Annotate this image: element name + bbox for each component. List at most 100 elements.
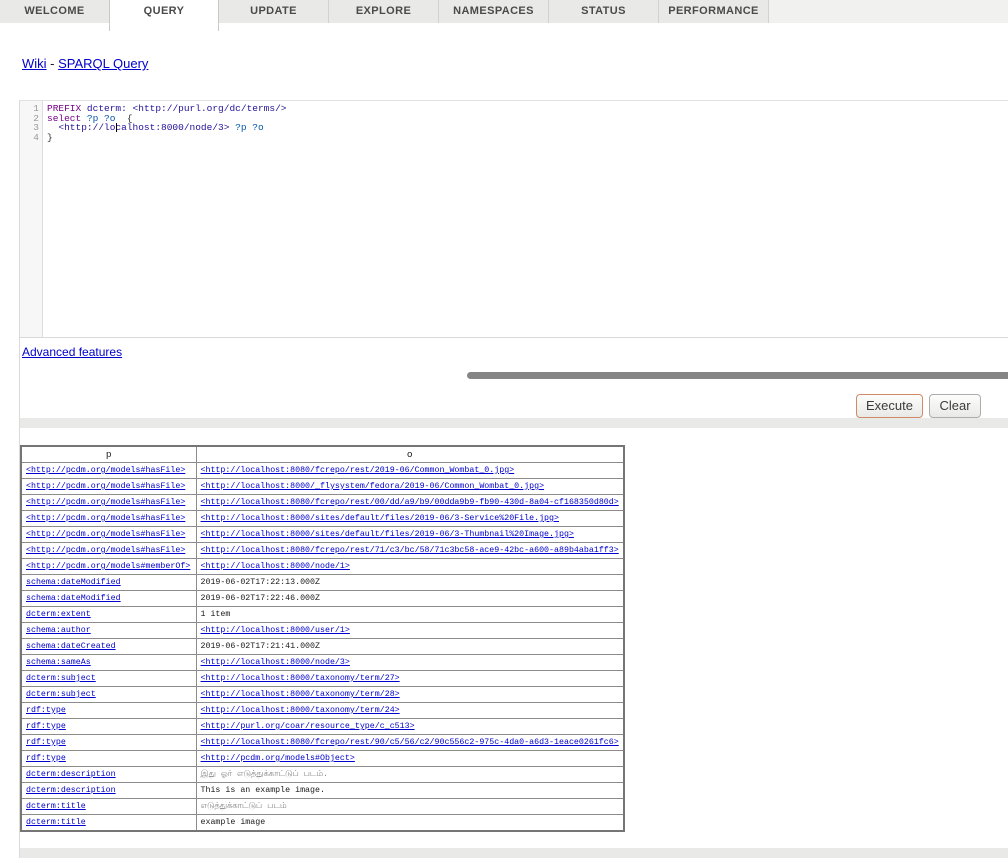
table-cell: dcterm:title [21,799,196,815]
clear-button[interactable]: Clear [929,394,981,418]
query-code-area[interactable]: PREFIX dcterm: <http://purl.org/dc/terms… [43,101,1008,337]
tab-performance[interactable]: PERFORMANCE [659,0,769,23]
table-cell: <http://localhost:8080/fcrepo/rest/2019-… [196,463,624,479]
table-cell: <http://pcdm.org/models#memberOf> [21,559,196,575]
table-row: <http://pcdm.org/models#hasFile> <http://… [21,495,624,511]
table-cell: <http://pcdm.org/models#hasFile> [21,495,196,511]
code-line: <http://localhost:8000/node/3> ?p ?o [47,123,1008,133]
sparql-query-link[interactable]: SPARQL Query [58,56,148,71]
result-uri-link[interactable]: <http://localhost:8000/user/1> [201,626,350,635]
result-uri-link[interactable]: dcterm:description [26,786,116,795]
sparql-query-editor[interactable]: 1234 PREFIX dcterm: <http://purl.org/dc/… [20,100,1008,338]
wiki-link[interactable]: Wiki [22,56,47,71]
table-cell: <http://localhost:8000/user/1> [196,623,624,639]
table-cell: <http://pcdm.org/models#hasFile> [21,511,196,527]
code-line: } [47,133,1008,143]
result-uri-link[interactable]: <http://localhost:8080/fcrepo/rest/2019-… [201,466,515,475]
table-row: dcterm:descriptionThis is an example ima… [21,783,624,799]
line-number: 4 [20,133,39,143]
table-row: <http://pcdm.org/models#hasFile> <http://… [21,479,624,495]
result-uri-link[interactable]: schema:sameAs [26,658,91,667]
result-uri-link[interactable]: <http://localhost:8000/node/1> [201,562,350,571]
result-uri-link[interactable]: dcterm:extent [26,610,91,619]
table-row: <http://pcdm.org/models#hasFile> <http://… [21,543,624,559]
table-cell: dcterm:subject [21,671,196,687]
result-uri-link[interactable]: <http://pcdm.org/models#hasFile> [26,482,185,491]
result-uri-link[interactable]: schema:author [26,626,91,635]
result-uri-link[interactable]: <http://localhost:8080/fcrepo/rest/00/dd… [201,498,619,507]
tab-query[interactable]: QUERY [109,0,219,31]
result-uri-link[interactable]: rdf:type [26,722,66,731]
result-uri-link[interactable]: <http://pcdm.org/models#memberOf> [26,562,190,571]
result-uri-link[interactable]: <http://localhost:8000/_flysystem/fedora… [201,482,545,491]
breadcrumb: Wiki - SPARQL Query [22,56,148,71]
table-cell: <http://localhost:8000/taxonomy/term/28> [196,687,624,703]
table-row: schema:dateCreated 2019-06-02T17:21:41.00… [21,639,624,655]
result-uri-link[interactable]: schema:dateModified [26,594,121,603]
table-cell: schema:dateModified [21,575,196,591]
result-uri-link[interactable]: rdf:type [26,706,66,715]
table-row: <http://pcdm.org/models#hasFile> <http://… [21,511,624,527]
table-cell: rdf:type [21,751,196,767]
result-uri-link[interactable]: schema:dateCreated [26,642,116,651]
result-uri-link[interactable]: <http://pcdm.org/models#Object> [201,754,355,763]
table-cell: <http://localhost:8000/taxonomy/term/24> [196,703,624,719]
table-row: schema:author <http://localhost:8000/user… [21,623,624,639]
result-uri-link[interactable]: dcterm:title [26,818,86,827]
advanced-features-link[interactable]: Advanced features [22,345,122,359]
result-uri-link[interactable]: dcterm:subject [26,674,96,683]
result-uri-link[interactable]: dcterm:description [26,770,116,779]
result-literal: 2019-06-02T17:22:13.000Z [201,578,321,587]
result-uri-link[interactable]: <http://localhost:8000/taxonomy/term/24> [201,706,400,715]
tab-bar-filler [769,0,1008,23]
result-uri-link[interactable]: <http://localhost:8000/sites/default/fil… [201,514,559,523]
tab-update[interactable]: UPDATE [219,0,329,23]
table-cell: <http://localhost:8000/taxonomy/term/27> [196,671,624,687]
table-cell: dcterm:title [21,815,196,832]
table-row: dcterm:subject <http://localhost:8000/tax… [21,671,624,687]
result-uri-link[interactable]: rdf:type [26,754,66,763]
results-table: po <http://pcdm.org/models#hasFile><http… [20,445,625,832]
execute-button[interactable]: Execute [856,394,923,418]
table-row: schema:dateModified 2019-06-02T17:22:46.0… [21,591,624,607]
table-cell: <http://localhost:8000/_flysystem/fedora… [196,479,624,495]
tab-welcome[interactable]: WELCOME [0,0,110,23]
tab-status[interactable]: STATUS [549,0,659,23]
table-cell: rdf:type [21,719,196,735]
table-cell: 2019-06-02T17:21:41.000Z [196,639,624,655]
result-uri-link[interactable]: rdf:type [26,738,66,747]
result-uri-link[interactable]: <http://localhost:8080/fcrepo/rest/90/c5… [201,738,619,747]
result-uri-link[interactable]: <http://localhost:8080/fcrepo/rest/71/c3… [201,546,619,555]
tab-explore[interactable]: EXPLORE [329,0,439,23]
result-uri-link[interactable]: <http://pcdm.org/models#hasFile> [26,546,185,555]
table-row: rdf:type <http://pcdm.org/models#Object> [21,751,624,767]
result-uri-link[interactable]: <http://pcdm.org/models#hasFile> [26,530,185,539]
table-cell: <http://localhost:8000/sites/default/fil… [196,511,624,527]
horizontal-scrollbar-thumb[interactable] [467,372,1008,379]
table-row: <http://pcdm.org/models#hasFile> <http://… [21,527,624,543]
result-uri-link[interactable]: schema:dateModified [26,578,121,587]
result-uri-link[interactable]: dcterm:title [26,802,86,811]
text-cursor [116,123,117,132]
result-uri-link[interactable]: <http://purl.org/coar/resource_type/c_c5… [201,722,415,731]
table-row: <http://pcdm.org/models#hasFile> <http://… [21,463,624,479]
table-cell: example image [196,815,624,832]
result-literal: example image [201,818,266,827]
result-uri-link[interactable]: <http://pcdm.org/models#hasFile> [26,466,185,475]
result-uri-link[interactable]: <http://localhost:8000/taxonomy/term/27> [201,674,400,683]
table-row: dcterm:title example image [21,815,624,832]
result-uri-link[interactable]: <http://pcdm.org/models#hasFile> [26,514,185,523]
result-uri-link[interactable]: <http://localhost:8000/sites/default/fil… [201,530,574,539]
line-number-gutter: 1234 [20,101,43,337]
result-uri-link[interactable]: <http://localhost:8000/node/3> [201,658,350,667]
table-cell: rdf:type [21,735,196,751]
table-row: <http://pcdm.org/models#memberOf> <http:/… [21,559,624,575]
tab-namespaces[interactable]: NAMESPACES [439,0,549,23]
table-cell: rdf:type [21,703,196,719]
table-cell: 2019-06-02T17:22:46.000Z [196,591,624,607]
result-uri-link[interactable]: <http://pcdm.org/models#hasFile> [26,498,185,507]
result-uri-link[interactable]: dcterm:subject [26,690,96,699]
result-uri-link[interactable]: <http://localhost:8000/taxonomy/term/28> [201,690,400,699]
table-cell: dcterm:description [21,783,196,799]
table-row: rdf:type <http://localhost:8000/taxonomy/… [21,703,624,719]
